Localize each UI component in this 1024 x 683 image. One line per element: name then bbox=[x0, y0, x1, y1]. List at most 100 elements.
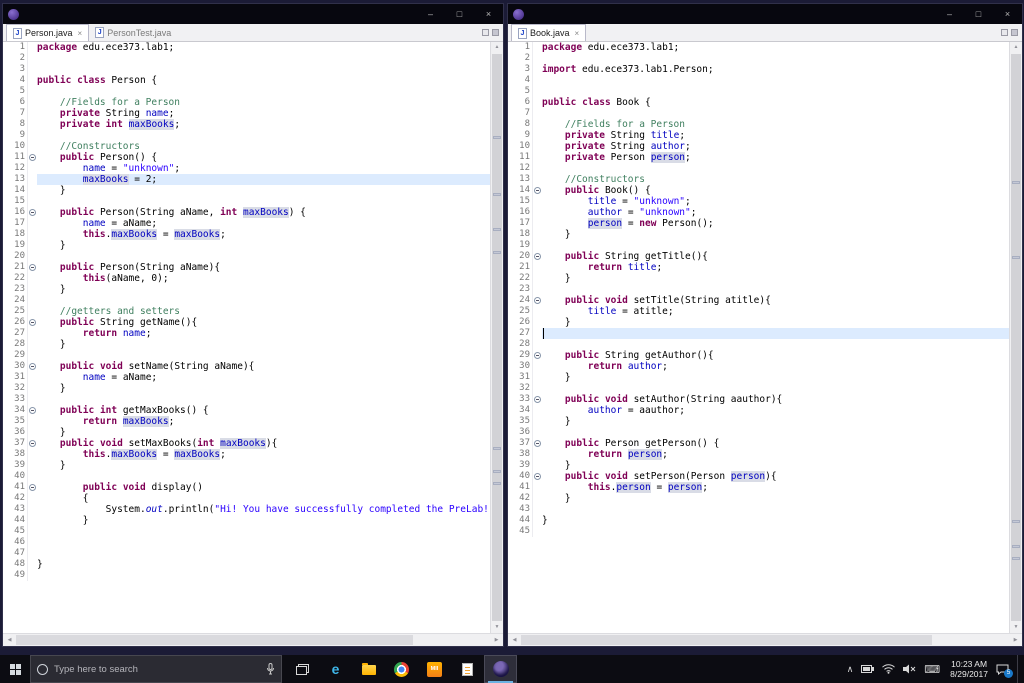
code-text[interactable]: } bbox=[542, 372, 1009, 383]
eclipse-taskbar-button[interactable] bbox=[484, 655, 517, 683]
tab-close-icon[interactable]: × bbox=[78, 29, 83, 38]
code-text[interactable] bbox=[37, 471, 490, 482]
code-text[interactable] bbox=[37, 64, 490, 75]
code-line[interactable]: 21 return title; bbox=[508, 262, 1009, 273]
code-text[interactable]: public class Person { bbox=[37, 75, 490, 86]
occurrence-marker[interactable] bbox=[493, 447, 501, 450]
line-number[interactable]: 27 bbox=[508, 328, 532, 339]
code-line[interactable]: 15 bbox=[3, 196, 490, 207]
code-editor[interactable]: 1package edu.ece373.lab1;23import edu.ec… bbox=[508, 42, 1022, 633]
code-text[interactable] bbox=[37, 130, 490, 141]
line-number[interactable]: 17 bbox=[508, 218, 532, 229]
line-number[interactable]: 29 bbox=[3, 350, 27, 361]
line-number[interactable]: 41 bbox=[3, 482, 27, 493]
code-line[interactable]: 25 //getters and setters bbox=[3, 306, 490, 317]
code-line[interactable]: 39 } bbox=[508, 460, 1009, 471]
code-line[interactable]: 6public class Book { bbox=[508, 97, 1009, 108]
occurrence-marker[interactable] bbox=[493, 193, 501, 196]
code-text[interactable]: } bbox=[37, 515, 490, 526]
line-number[interactable]: 45 bbox=[508, 526, 532, 537]
line-number[interactable]: 21 bbox=[3, 262, 27, 273]
fold-marker-icon[interactable] bbox=[29, 440, 36, 447]
code-text[interactable]: //Constructors bbox=[37, 141, 490, 152]
code-line[interactable]: 22 } bbox=[508, 273, 1009, 284]
code-text[interactable]: public String getAuthor(){ bbox=[542, 350, 1009, 361]
line-number[interactable]: 14 bbox=[3, 185, 27, 196]
line-number[interactable]: 26 bbox=[508, 317, 532, 328]
maximize-button[interactable]: □ bbox=[964, 4, 993, 24]
line-number[interactable]: 12 bbox=[508, 163, 532, 174]
occurrence-marker[interactable] bbox=[1012, 256, 1020, 259]
maximize-view-icon[interactable] bbox=[1011, 29, 1018, 36]
code-text[interactable] bbox=[37, 526, 490, 537]
code-line[interactable]: 41 this.person = person; bbox=[508, 482, 1009, 493]
code-line[interactable]: 24 bbox=[3, 295, 490, 306]
line-number[interactable]: 7 bbox=[3, 108, 27, 119]
code-text[interactable]: } bbox=[37, 240, 490, 251]
code-line[interactable]: 17 name = aName; bbox=[3, 218, 490, 229]
scroll-left-icon[interactable]: ◀ bbox=[508, 634, 521, 646]
code-line[interactable]: 30 return author; bbox=[508, 361, 1009, 372]
code-text[interactable] bbox=[37, 548, 490, 559]
code-line[interactable]: 27 bbox=[508, 328, 1009, 339]
code-line[interactable]: 23 bbox=[508, 284, 1009, 295]
line-number[interactable]: 4 bbox=[3, 75, 27, 86]
scroll-up-icon[interactable]: ▲ bbox=[1010, 42, 1022, 53]
line-number[interactable]: 22 bbox=[3, 273, 27, 284]
vertical-scrollbar[interactable]: ▲ ▼ bbox=[490, 42, 503, 633]
code-editor[interactable]: 1package edu.ece373.lab1;234public class… bbox=[3, 42, 503, 633]
scrollbar-thumb[interactable] bbox=[492, 54, 502, 621]
occurrence-marker[interactable] bbox=[493, 251, 501, 254]
code-line[interactable]: 25 title = atitle; bbox=[508, 306, 1009, 317]
line-number[interactable]: 1 bbox=[3, 42, 27, 53]
code-line[interactable]: 8 private int maxBooks; bbox=[3, 119, 490, 130]
line-number[interactable]: 32 bbox=[3, 383, 27, 394]
code-text[interactable] bbox=[37, 295, 490, 306]
code-line[interactable]: 10 private String author; bbox=[508, 141, 1009, 152]
line-number[interactable]: 38 bbox=[3, 449, 27, 460]
fold-marker-icon[interactable] bbox=[29, 154, 36, 161]
code-text[interactable] bbox=[542, 240, 1009, 251]
code-line[interactable]: 15 title = "unknown"; bbox=[508, 196, 1009, 207]
line-number[interactable]: 31 bbox=[3, 372, 27, 383]
code-text[interactable]: public void setMaxBooks(int maxBooks){ bbox=[37, 438, 490, 449]
mii-app-button[interactable]: MII bbox=[418, 655, 451, 683]
line-number[interactable]: 13 bbox=[508, 174, 532, 185]
code-text[interactable] bbox=[542, 108, 1009, 119]
code-line[interactable]: 44} bbox=[508, 515, 1009, 526]
code-line[interactable]: 28 } bbox=[3, 339, 490, 350]
code-line[interactable]: 3 bbox=[3, 64, 490, 75]
code-text[interactable]: public Book() { bbox=[542, 185, 1009, 196]
line-number[interactable]: 43 bbox=[3, 504, 27, 515]
line-number[interactable]: 44 bbox=[3, 515, 27, 526]
line-number[interactable]: 44 bbox=[508, 515, 532, 526]
line-number[interactable]: 29 bbox=[508, 350, 532, 361]
line-number[interactable]: 11 bbox=[3, 152, 27, 163]
line-number[interactable]: 19 bbox=[508, 240, 532, 251]
taskbar-clock[interactable]: 10:23 AM 8/29/2017 bbox=[950, 659, 988, 679]
code-text[interactable] bbox=[37, 394, 490, 405]
code-line[interactable]: 11 public Person() { bbox=[3, 152, 490, 163]
line-number[interactable]: 9 bbox=[508, 130, 532, 141]
line-number[interactable]: 35 bbox=[508, 416, 532, 427]
minimize-view-icon[interactable] bbox=[1001, 29, 1008, 36]
code-text[interactable] bbox=[542, 53, 1009, 64]
code-area[interactable]: 1package edu.ece373.lab1;23import edu.ec… bbox=[508, 42, 1009, 633]
code-line[interactable]: 32 } bbox=[3, 383, 490, 394]
code-line[interactable]: 20 bbox=[3, 251, 490, 262]
line-number[interactable]: 35 bbox=[3, 416, 27, 427]
scroll-down-icon[interactable]: ▼ bbox=[491, 622, 503, 633]
code-line[interactable]: 2 bbox=[508, 53, 1009, 64]
code-line[interactable]: 2 bbox=[3, 53, 490, 64]
code-text[interactable]: public String getTitle(){ bbox=[542, 251, 1009, 262]
code-line[interactable]: 35 } bbox=[508, 416, 1009, 427]
code-text[interactable]: public class Book { bbox=[542, 97, 1009, 108]
fold-marker-icon[interactable] bbox=[29, 209, 36, 216]
code-text[interactable]: this.maxBooks = maxBooks; bbox=[37, 449, 490, 460]
line-number[interactable]: 36 bbox=[3, 427, 27, 438]
line-number[interactable]: 42 bbox=[508, 493, 532, 504]
code-text[interactable]: maxBooks = 2; bbox=[37, 174, 490, 185]
minimize-button[interactable]: – bbox=[935, 4, 964, 24]
fold-marker-icon[interactable] bbox=[534, 352, 541, 359]
line-number[interactable]: 33 bbox=[508, 394, 532, 405]
